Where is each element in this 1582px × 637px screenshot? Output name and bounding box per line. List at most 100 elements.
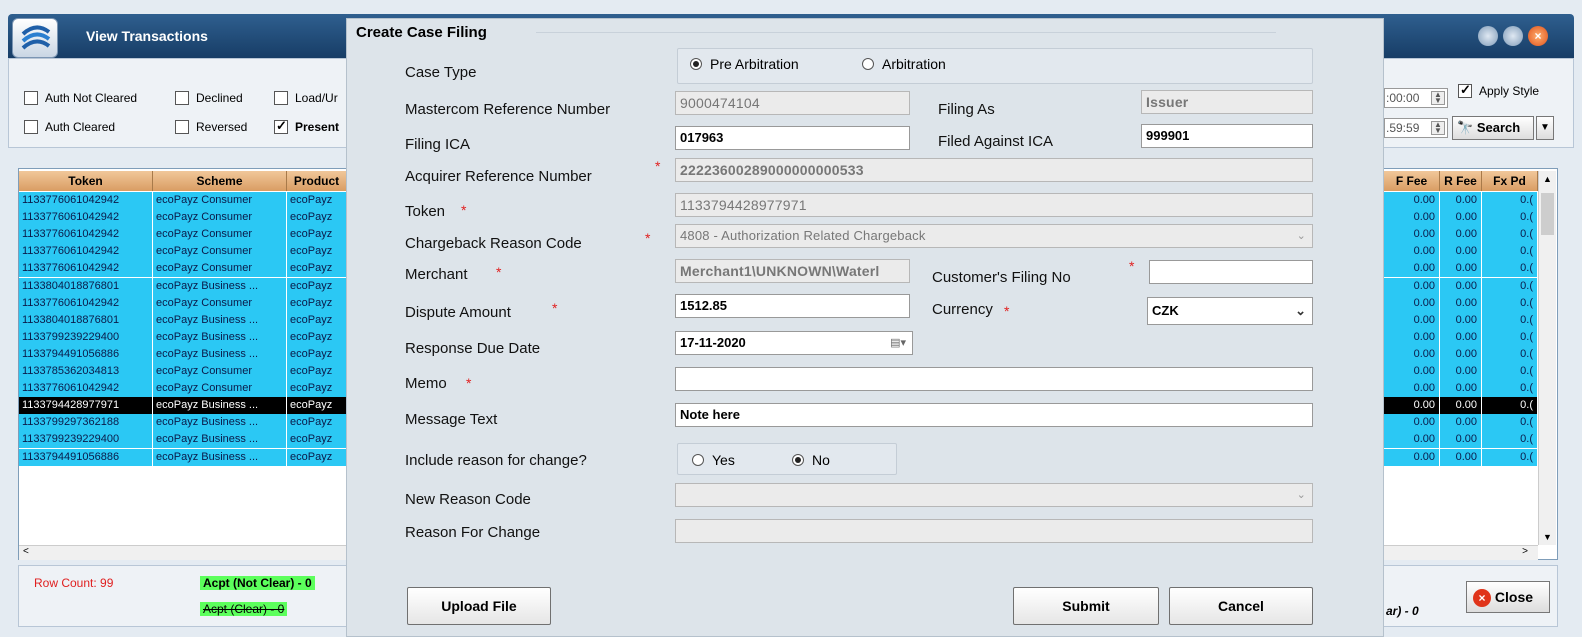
radio-dot[interactable] bbox=[690, 58, 702, 70]
cell-token: 1133776061042942 bbox=[19, 243, 153, 261]
filter-reversed[interactable]: Reversed bbox=[175, 120, 247, 134]
memo-field[interactable] bbox=[675, 367, 1313, 391]
customer-filing-field[interactable] bbox=[1149, 260, 1313, 284]
radio-dot[interactable] bbox=[862, 58, 874, 70]
cell-product: ecoPayz bbox=[287, 294, 347, 312]
cell-rfee: 0.00 bbox=[1440, 277, 1482, 295]
window-close-icon[interactable]: × bbox=[1528, 26, 1548, 46]
cancel-button[interactable]: Cancel bbox=[1169, 587, 1313, 625]
checkbox[interactable] bbox=[24, 91, 38, 105]
apply-style-checkbox[interactable]: Apply Style bbox=[1458, 82, 1539, 98]
reason-change-field[interactable] bbox=[675, 519, 1313, 543]
radio-arbitration[interactable]: Arbitration bbox=[862, 56, 946, 72]
column-header-token[interactable]: Token bbox=[19, 171, 153, 191]
submit-button[interactable]: Submit bbox=[1013, 587, 1159, 625]
arn-field[interactable]: 22223600289000000000533 bbox=[675, 158, 1313, 182]
cell-scheme: ecoPayz Business ... bbox=[153, 277, 287, 295]
memo-label: Memo bbox=[405, 375, 447, 392]
column-header-scheme[interactable]: Scheme bbox=[153, 171, 287, 191]
mastercom-label: Mastercom Reference Number bbox=[405, 101, 611, 118]
cell-scheme: ecoPayz Consumer bbox=[153, 260, 287, 278]
filed-against-field[interactable]: 999901 bbox=[1141, 124, 1313, 148]
cell-fx: 0.( bbox=[1482, 380, 1538, 398]
chevron-down-icon: ⌄ bbox=[1295, 303, 1306, 318]
filing-as-label: Filing As bbox=[938, 101, 995, 118]
time-from-input[interactable]: :00:00 ▲ ▼ bbox=[1384, 88, 1448, 108]
required-mark: * bbox=[1129, 258, 1135, 274]
due-date-picker[interactable]: 17-11-2020 ▤▾ bbox=[675, 331, 913, 355]
cell-token: 1133776061042942 bbox=[19, 226, 153, 244]
cell-product: ecoPayz bbox=[287, 209, 347, 227]
scroll-thumb[interactable] bbox=[1541, 193, 1554, 235]
filter-present[interactable]: Present bbox=[274, 118, 339, 134]
cell-rfee: 0.00 bbox=[1440, 328, 1482, 346]
checkbox[interactable] bbox=[274, 118, 288, 134]
spin-icon[interactable]: ▲ ▼ bbox=[1431, 91, 1445, 105]
cell-scheme: ecoPayz Business ... bbox=[153, 311, 287, 329]
cell-rfee: 0.00 bbox=[1440, 363, 1482, 380]
mastercom-field[interactable]: 9000474104 bbox=[675, 91, 910, 115]
upload-file-button[interactable]: Upload File bbox=[407, 587, 551, 625]
spin-icon[interactable]: ▲ ▼ bbox=[1431, 121, 1445, 135]
column-header-product[interactable]: Product bbox=[287, 171, 347, 191]
time-to-input[interactable]: .59:59 ▲ ▼ bbox=[1384, 118, 1448, 138]
scroll-right-icon[interactable]: > bbox=[1522, 546, 1528, 557]
acpt-clear-badge: Acpt (Clear) - 0 bbox=[200, 602, 288, 616]
cell-fx: 0.( bbox=[1482, 448, 1538, 466]
column-header-rfee[interactable]: R Fee bbox=[1440, 171, 1482, 191]
radio-no[interactable]: No bbox=[792, 452, 830, 468]
filter-auth-cleared[interactable]: Auth Cleared bbox=[24, 120, 115, 134]
cell-fx: 0.( bbox=[1482, 243, 1538, 261]
reason-code-select[interactable]: 4808 - Authorization Related Chargeback ⌄ bbox=[675, 224, 1313, 248]
vertical-scrollbar[interactable]: ▲ ▼ bbox=[1538, 171, 1556, 545]
maximize-icon[interactable] bbox=[1503, 26, 1523, 46]
filing-ica-label: Filing ICA bbox=[405, 136, 471, 153]
cell-scheme: ecoPayz Business ... bbox=[153, 328, 287, 346]
filter-label: Reversed bbox=[196, 120, 248, 134]
cell-token: 1133804018876801 bbox=[19, 311, 153, 329]
required-mark: * bbox=[466, 375, 472, 391]
time-to-value: .59:59 bbox=[1386, 121, 1420, 135]
checkbox[interactable] bbox=[175, 120, 189, 134]
scroll-down-icon[interactable]: ▼ bbox=[1539, 529, 1556, 545]
checkbox[interactable] bbox=[175, 91, 189, 105]
minimize-icon[interactable] bbox=[1478, 26, 1498, 46]
filter-declined[interactable]: Declined bbox=[175, 91, 243, 105]
cell-product: ecoPayz bbox=[287, 311, 347, 329]
close-button[interactable]: × Close bbox=[1466, 581, 1550, 613]
radio-dot[interactable] bbox=[692, 454, 704, 466]
cell-rfee: 0.00 bbox=[1440, 380, 1482, 398]
merchant-field[interactable]: Merchant1\UNKNOWN\Waterl bbox=[675, 259, 910, 283]
cell-scheme: ecoPayz Consumer bbox=[153, 380, 287, 398]
cell-ffee: 0.00 bbox=[1384, 397, 1440, 415]
radio-dot[interactable] bbox=[792, 454, 804, 466]
filter-auth-not-cleared[interactable]: Auth Not Cleared bbox=[24, 91, 137, 105]
checkbox[interactable] bbox=[1458, 82, 1472, 98]
app-logo-icon bbox=[12, 18, 58, 58]
cell-rfee: 0.00 bbox=[1440, 209, 1482, 227]
message-text-field[interactable]: Note here bbox=[675, 403, 1313, 427]
filter-load[interactable]: Load/Ur bbox=[274, 91, 338, 105]
currency-select[interactable]: CZK ⌄ bbox=[1147, 297, 1313, 325]
filing-as-field[interactable]: Issuer bbox=[1141, 90, 1313, 114]
filter-label: Declined bbox=[196, 91, 243, 105]
message-text-label: Message Text bbox=[405, 411, 498, 428]
dispute-amount-field[interactable]: 1512.85 bbox=[675, 294, 910, 318]
radio-yes[interactable]: Yes bbox=[692, 452, 735, 468]
checkbox[interactable] bbox=[274, 91, 288, 105]
calendar-icon[interactable]: ▤▾ bbox=[890, 332, 906, 354]
search-dropdown-icon[interactable]: ▼ bbox=[1536, 116, 1554, 140]
radio-label: Yes bbox=[712, 452, 735, 468]
scroll-up-icon[interactable]: ▲ bbox=[1539, 171, 1556, 187]
filing-ica-field[interactable]: 017963 bbox=[675, 126, 910, 150]
column-header-ffee[interactable]: F Fee bbox=[1384, 171, 1440, 191]
filter-label: Load/Ur bbox=[295, 91, 338, 105]
new-reason-select[interactable]: ⌄ bbox=[675, 483, 1313, 507]
token-field[interactable]: 1133794428977971 bbox=[675, 193, 1313, 217]
cell-product: ecoPayz bbox=[287, 192, 347, 209]
scroll-left-icon[interactable]: < bbox=[23, 546, 29, 557]
column-header-fx[interactable]: Fx Pd bbox=[1482, 171, 1538, 191]
radio-pre-arbitration[interactable]: Pre Arbitration bbox=[690, 56, 799, 72]
checkbox[interactable] bbox=[24, 120, 38, 134]
search-button[interactable]: 🔭 Search bbox=[1452, 116, 1534, 140]
